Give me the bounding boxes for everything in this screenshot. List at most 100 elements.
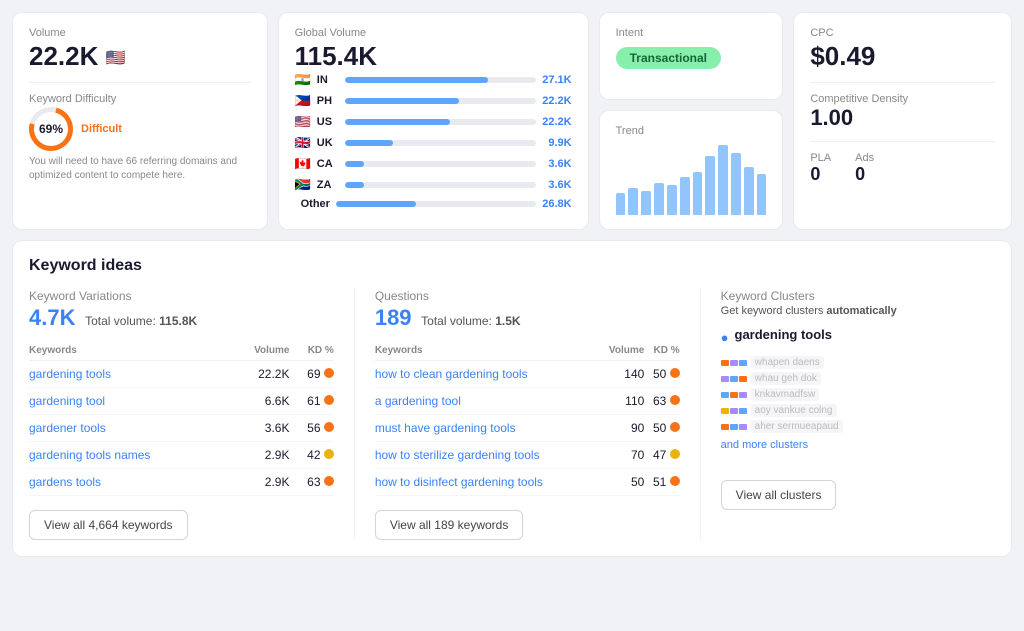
trend-bar — [731, 153, 741, 215]
keyword-cell[interactable]: how to clean gardening tools — [375, 361, 598, 388]
table-row: must have gardening tools 90 50 — [375, 415, 680, 442]
keyword-link[interactable]: must have gardening tools — [375, 421, 516, 435]
clusters-column: Keyword Clusters Get keyword clusters au… — [721, 289, 995, 540]
keyword-cell[interactable]: must have gardening tools — [375, 415, 598, 442]
kd-cell: 50 — [644, 415, 679, 442]
keyword-link[interactable]: how to sterilize gardening tools — [375, 448, 540, 462]
list-item: aher sermueapaud — [721, 420, 995, 433]
cluster-color-bars — [721, 360, 747, 366]
comp-density-label: Competitive Density — [810, 93, 995, 105]
kd-circle: 69% — [21, 99, 81, 159]
keyword-link[interactable]: a gardening tool — [375, 394, 461, 408]
kd-dot — [324, 476, 334, 486]
trend-bar — [680, 177, 690, 215]
intent-card: Intent Transactional — [599, 12, 784, 100]
country-flag: 🇵🇭 — [295, 93, 311, 109]
color-bar — [721, 424, 729, 430]
country-code: Other — [301, 198, 330, 210]
keyword-link[interactable]: how to disinfect gardening tools — [375, 475, 543, 489]
color-bar — [739, 392, 747, 398]
cpc-card: CPC $0.49 Competitive Density 1.00 PLA 0… — [793, 12, 1012, 230]
cluster-item-text: aoy vankue colng — [751, 404, 837, 417]
variations-title: Keyword Variations — [29, 289, 334, 303]
kd-cell: 47 — [644, 442, 679, 469]
country-code: CA — [317, 158, 339, 170]
keyword-link[interactable]: how to clean gardening tools — [375, 367, 528, 381]
country-flag: 🇬🇧 — [295, 135, 311, 151]
kd-cell: 61 — [289, 388, 333, 415]
view-all-variations-button[interactable]: View all 4,664 keywords — [29, 510, 188, 540]
variations-vol: Total volume: 115.8K — [85, 314, 197, 328]
country-bar-wrap — [336, 201, 536, 207]
volume-cell: 50 — [597, 469, 644, 496]
keyword-cell[interactable]: gardening tool — [29, 388, 231, 415]
cluster-main-keyword: gardening tools — [735, 327, 833, 342]
more-clusters-link[interactable]: and more clusters — [721, 439, 995, 451]
keyword-link[interactable]: gardening tool — [29, 394, 105, 408]
volume-card: Volume 22.2K 🇺🇸 Keyword Difficulty 69% D… — [12, 12, 268, 230]
keyword-link[interactable]: gardens tools — [29, 475, 101, 489]
country-code: IN — [317, 74, 339, 86]
table-row: gardens tools 2.9K 63 — [29, 469, 334, 496]
country-bar-wrap — [345, 77, 536, 83]
table-row: how to sterilize gardening tools 70 47 — [375, 442, 680, 469]
kd-dot — [324, 422, 334, 432]
keyword-link[interactable]: gardening tools — [29, 367, 111, 381]
questions-vol: Total volume: 1.5K — [421, 314, 520, 328]
cluster-item-text: knkavmadfsw — [751, 388, 820, 401]
clusters-subtitle: Get keyword clusters automatically — [721, 305, 995, 317]
keyword-cell[interactable]: gardening tools — [29, 361, 231, 388]
cluster-color-bars — [721, 408, 747, 414]
questions-table: Keywords Volume KD % how to clean garden… — [375, 341, 680, 496]
keyword-link[interactable]: gardening tools names — [29, 448, 150, 462]
country-code: UK — [317, 137, 339, 149]
keyword-cell[interactable]: a gardening tool — [375, 388, 598, 415]
country-row: 🇺🇸 US 22.2K — [295, 114, 572, 130]
pla-value: 0 — [810, 164, 831, 185]
country-flag: 🇮🇳 — [295, 72, 311, 88]
ads-label: Ads — [855, 152, 874, 164]
country-bar — [336, 201, 416, 207]
color-bar — [730, 360, 738, 366]
global-value: 115.4K — [295, 41, 572, 72]
country-bar-wrap — [345, 140, 536, 146]
country-value: 22.2K — [542, 95, 572, 107]
kd-cell: 63 — [644, 388, 679, 415]
kd-cell: 51 — [644, 469, 679, 496]
color-bar — [739, 408, 747, 414]
keyword-cell[interactable]: gardens tools — [29, 469, 231, 496]
view-all-clusters-button[interactable]: View all clusters — [721, 480, 837, 510]
country-flag: 🇿🇦 — [295, 177, 311, 193]
country-value: 9.9K — [542, 137, 572, 149]
list-item: whau geh dok — [721, 372, 995, 385]
kd-difficulty: Difficult — [81, 123, 122, 135]
variations-table: Keywords Volume KD % gardening tools 22.… — [29, 341, 334, 496]
trend-bar — [654, 183, 664, 215]
country-row: 🇵🇭 PH 22.2K — [295, 93, 572, 109]
global-volume-card: Global Volume 115.4K 🇮🇳 IN 27.1K 🇵🇭 PH 2… — [278, 12, 589, 230]
keyword-cell[interactable]: gardening tools names — [29, 442, 231, 469]
country-bar — [345, 140, 393, 146]
keyword-cell[interactable]: gardener tools — [29, 415, 231, 442]
list-item: knkavmadfsw — [721, 388, 995, 401]
country-value: 27.1K — [542, 74, 572, 86]
country-code: PH — [317, 95, 339, 107]
kd-description: You will need to have 66 referring domai… — [29, 155, 251, 183]
cluster-item-text: whapen daens — [751, 356, 824, 369]
kd-dot — [670, 422, 680, 432]
trend-bar — [718, 145, 728, 215]
view-all-questions-button[interactable]: View all 189 keywords — [375, 510, 524, 540]
kd-dot — [670, 395, 680, 405]
volume-cell: 6.6K — [231, 388, 290, 415]
country-flag: 🇺🇸 — [295, 114, 311, 130]
color-bar — [739, 360, 747, 366]
volume-value: 22.2K 🇺🇸 — [29, 41, 251, 72]
q-header-keywords: Keywords — [375, 341, 598, 361]
keyword-cell[interactable]: how to disinfect gardening tools — [375, 469, 598, 496]
keyword-link[interactable]: gardener tools — [29, 421, 106, 435]
country-code: ZA — [317, 179, 339, 191]
volume-flag: 🇺🇸 — [106, 50, 126, 67]
country-value: 3.6K — [542, 158, 572, 170]
country-bar-wrap — [345, 119, 536, 125]
keyword-cell[interactable]: how to sterilize gardening tools — [375, 442, 598, 469]
